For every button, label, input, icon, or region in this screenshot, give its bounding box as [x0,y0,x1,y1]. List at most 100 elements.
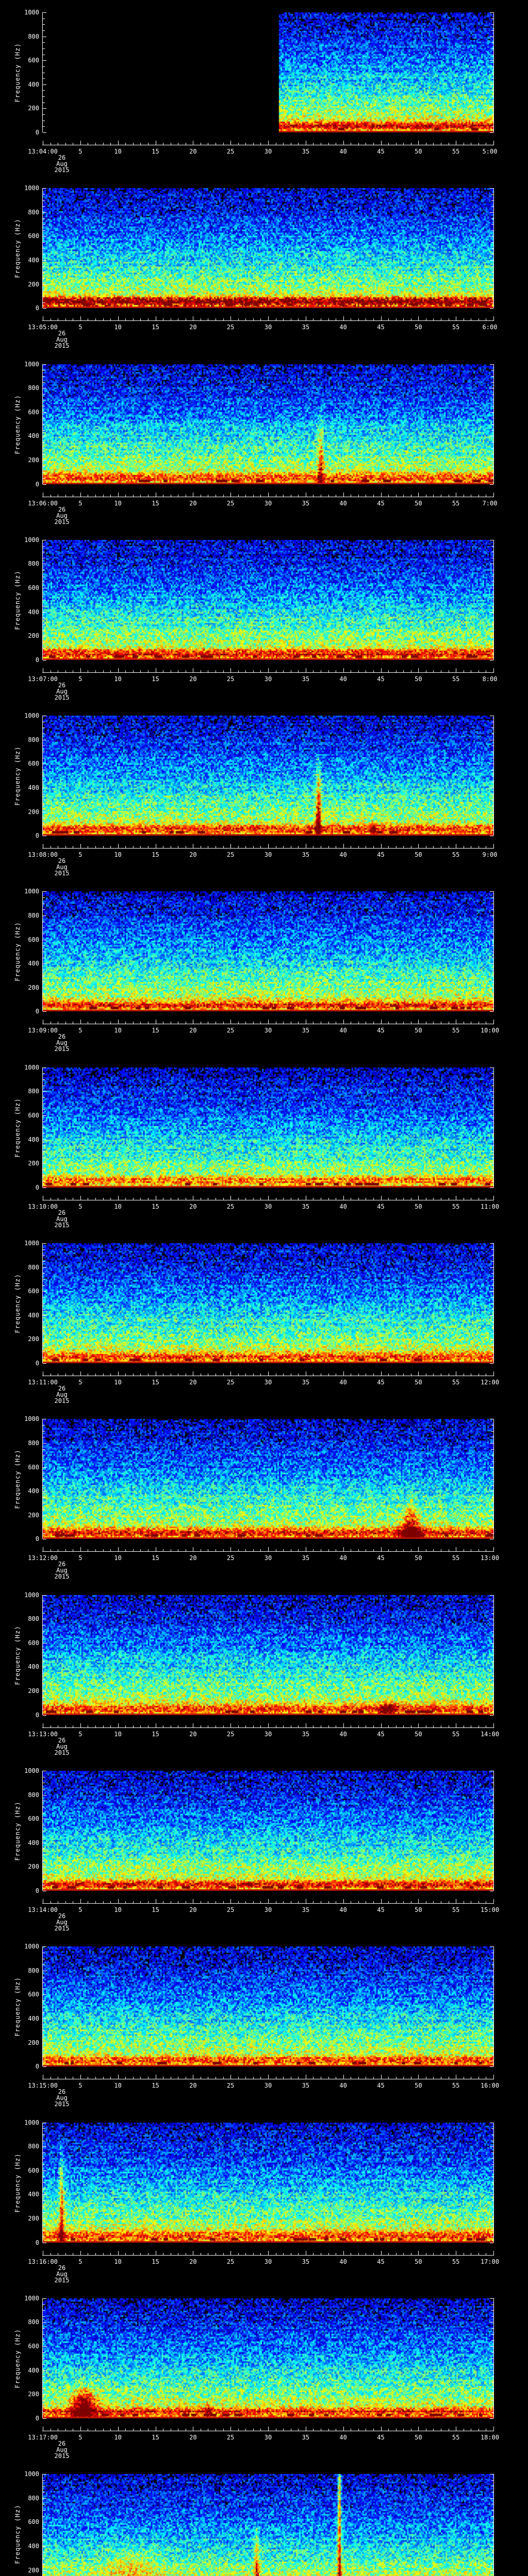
y-tick-label: 0 [35,1183,39,1191]
axis-tick [313,494,314,497]
axis-tick [358,1725,359,1727]
axis-tick [343,1195,344,1200]
axis-tick [491,2176,493,2177]
axis-tick [491,594,493,595]
axis-tick [381,2250,382,2255]
axis-tick [238,318,239,321]
axis-tick [493,2426,494,2431]
axis-tick [43,2498,46,2499]
y-tick-label: 0 [35,832,39,840]
axis-tick [491,1175,493,1176]
axis-tick [125,1197,126,1200]
axis-tick [103,1901,104,1903]
axis-tick [43,1812,45,1814]
axis-tick [103,143,104,145]
axis-tick [80,1020,81,1024]
axis-tick [381,1371,382,1376]
y-tick-label: 0 [35,1008,39,1015]
axis-tick [245,1022,246,1024]
axis-tick [43,1363,46,1364]
date-year: 2015 [54,2452,70,2460]
axis-tick [491,302,493,303]
axis-tick [110,143,111,145]
y-tick-label: 400 [28,2366,39,2374]
axis-tick [403,1549,404,1552]
axis-tick [223,2252,224,2255]
axis-tick [491,1357,493,1358]
x-tick-label: 35 [302,2258,310,2265]
axis-tick [80,844,81,849]
x-end-time-label: 14:00 [480,1730,500,1738]
axis-tick [260,1549,261,1552]
y-tick-label: 0 [35,480,39,488]
axis-tick [493,141,494,145]
axis-tick [245,318,246,321]
axis-tick [43,1631,45,1632]
axis-tick [491,424,493,425]
axis-tick [478,1374,479,1376]
axis-tick [298,1549,299,1552]
axis-tick [230,1899,232,1903]
axis-tick [43,981,45,982]
x-tick-label: 55 [452,2082,460,2090]
y-tick-label: 0 [35,1360,39,1367]
axis-tick [478,670,479,672]
y-tick-label: 200 [28,1335,39,1343]
x-tick-label: 50 [415,324,422,331]
axis-tick [238,2252,239,2255]
x-start-time-label: 13:04:00 [28,148,58,155]
x-tick-label: 45 [377,2258,385,2265]
x-start-time-label: 13:10:00 [28,1202,58,1210]
axis-tick [418,1899,419,1903]
axis-tick [490,891,493,892]
axis-tick [43,2352,45,2353]
axis-tick [43,2382,45,2383]
axis-tick [43,1715,46,1716]
axis-tick [403,1901,404,1903]
spectrogram-image [43,1067,493,1188]
axis-tick [103,1725,104,1727]
y-tick-label: 600 [28,760,39,768]
spectrogram-image [43,716,493,836]
x-end-time-label: 8:00 [482,675,498,683]
axis-tick [260,2252,261,2255]
axis-tick [478,846,479,849]
y-axis-right-line [493,1419,494,1539]
axis-tick [313,2077,314,2079]
axis-tick [491,927,493,928]
axis-tick [491,2134,493,2135]
axis-tick [491,2552,493,2553]
spectrogram-image [43,1595,493,1715]
axis-tick [491,230,493,231]
y-tick-label: 600 [28,1287,39,1295]
axis-tick [433,1901,434,1903]
axis-tick [493,492,494,497]
x-tick-label: 35 [302,1027,310,1035]
x-tick-label: 45 [377,1554,385,1562]
axis-tick [253,1901,254,1903]
axis-tick [283,1725,284,1727]
axis-tick [133,1725,134,1727]
axis-tick [328,1197,329,1200]
y-tick-label: 800 [28,208,39,216]
x-tick-label: 40 [339,1906,347,1913]
date-month: Aug [56,2270,68,2278]
axis-tick [118,1547,119,1552]
spectrogram-panel: Frequency (Hz) 13:17:00 18:00 26 Aug 201… [0,2285,528,2462]
y-tick-label: 200 [28,984,39,991]
axis-tick [43,2316,45,2317]
axis-tick [313,1197,314,1200]
axis-tick [268,1723,269,1727]
axis-tick [80,492,81,497]
axis-tick [133,1022,134,1024]
axis-tick [298,1725,299,1727]
axis-tick [493,1020,494,1024]
axis-tick [395,1549,397,1552]
axis-tick [388,2428,389,2431]
axis-tick [433,1725,434,1727]
x-tick-label: 5 [78,1379,82,1386]
axis-tick [373,1197,374,1200]
y-axis-right-line [493,1595,494,1715]
axis-tick [253,670,254,672]
axis-tick [245,2252,246,2255]
